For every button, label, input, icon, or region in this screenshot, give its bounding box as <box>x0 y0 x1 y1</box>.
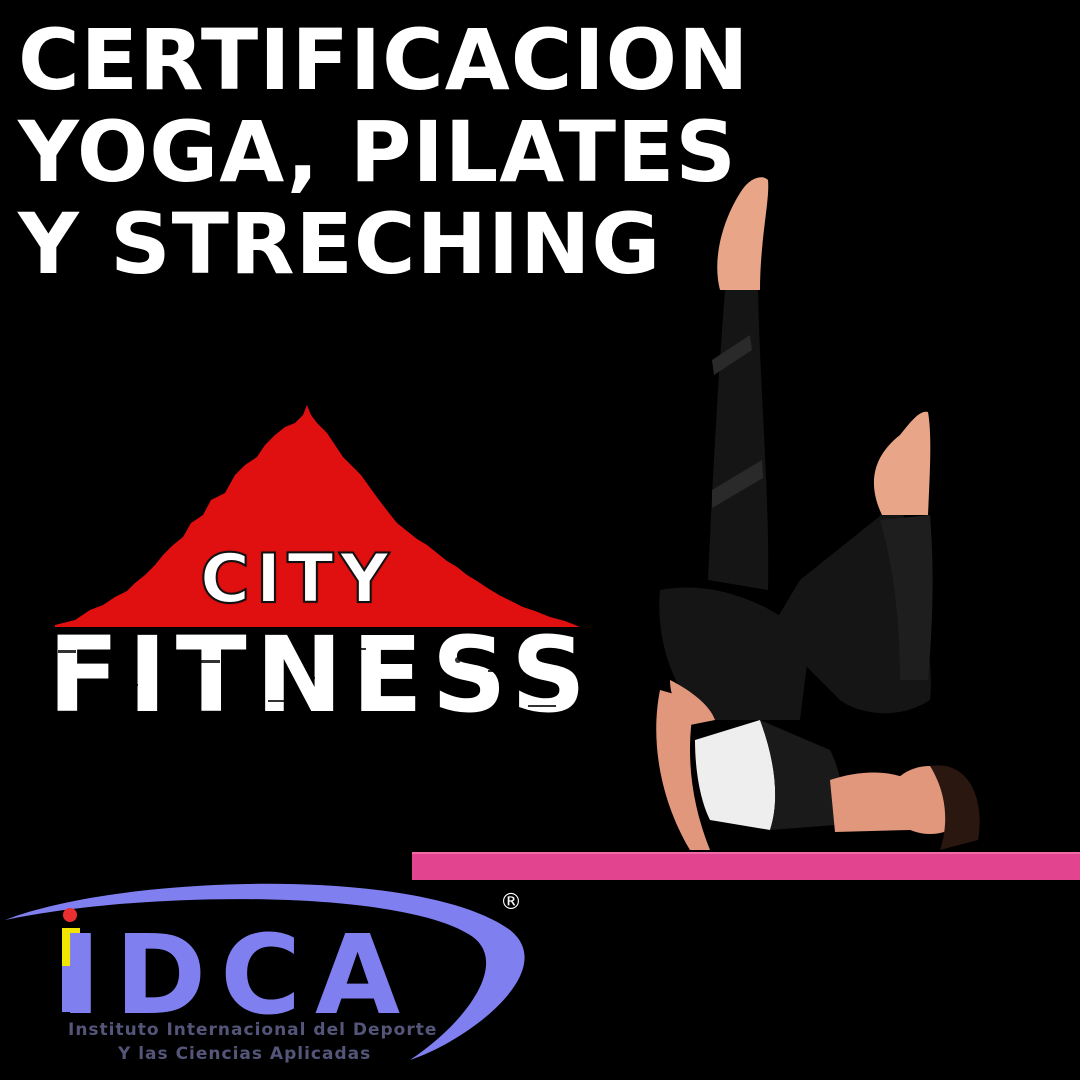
idca-tagline-line-1: Instituto Internacional del Deporte <box>68 1020 438 1040</box>
idca-tagline-line-2: Y las Ciencias Aplicadas <box>118 1044 372 1064</box>
idca-acronym: IDCA <box>60 911 415 1039</box>
registered-mark: ® <box>500 890 522 915</box>
headline-line-1: CERTIFICACION <box>18 11 750 109</box>
fitness-word: FITNESS <box>48 614 595 736</box>
woman-yoga-pose-image <box>656 177 980 850</box>
poster: CERTIFICACION YOGA, PILATES Y STRECHING <box>0 0 1080 1080</box>
city-word: CITY <box>199 540 395 619</box>
